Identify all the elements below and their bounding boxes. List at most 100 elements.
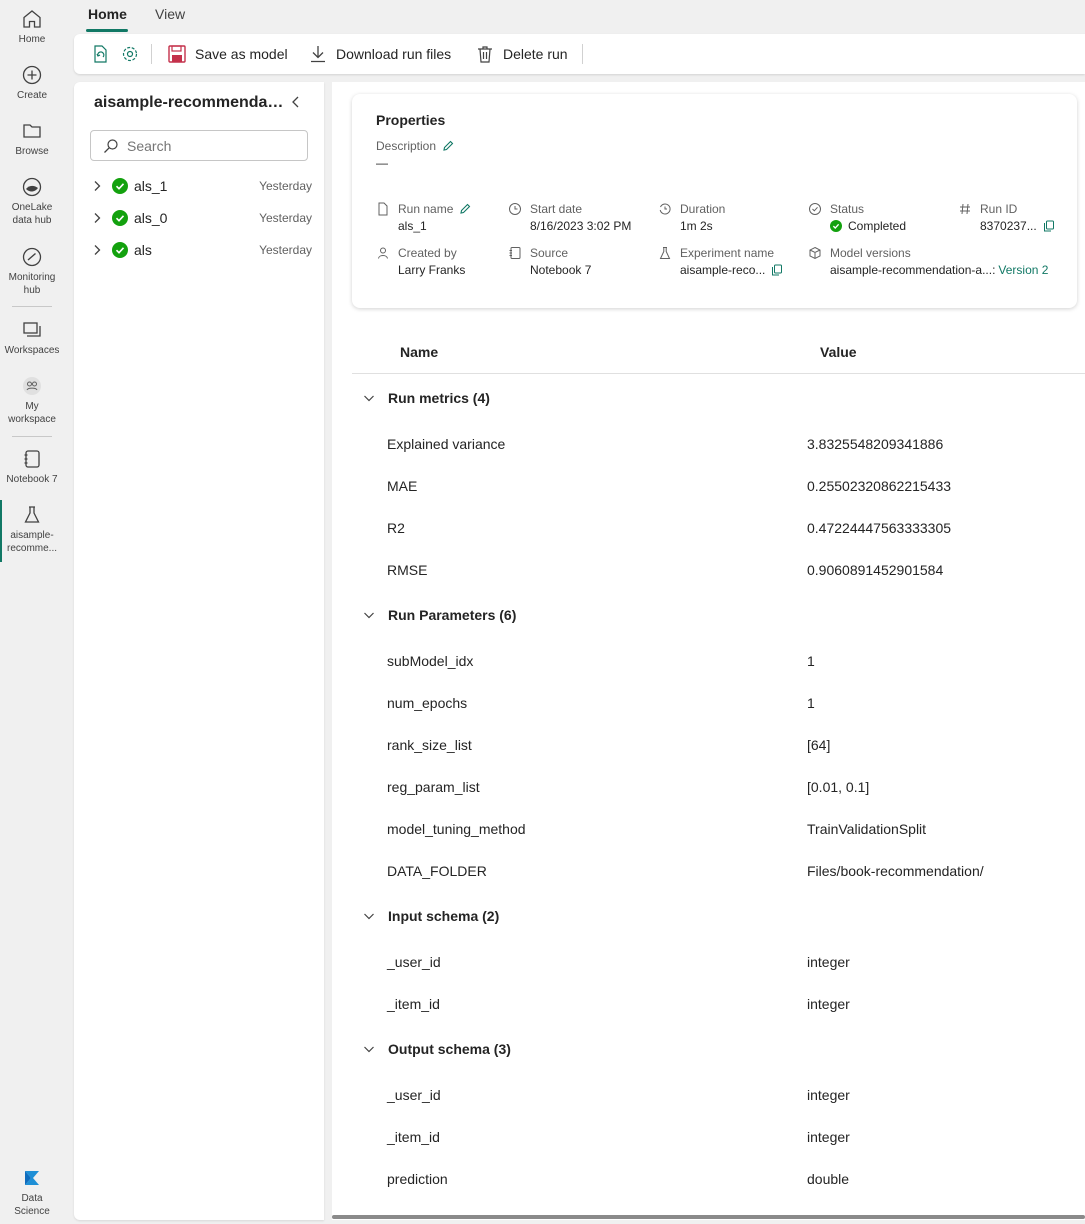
table-row: DATA_FOLDER Files/book-recommendation/ xyxy=(387,863,984,879)
toolbar-divider xyxy=(582,44,583,64)
chevron-right-icon[interactable] xyxy=(90,179,104,193)
search-icon xyxy=(104,138,118,153)
rail-data-science[interactable]: Data Science xyxy=(0,1167,64,1218)
run-details: Properties Description — Run name als_1 … xyxy=(332,82,1085,1220)
search-box[interactable] xyxy=(90,130,308,161)
gear-icon xyxy=(122,46,138,62)
rail-home[interactable]: Home xyxy=(0,8,64,46)
refresh-button[interactable] xyxy=(90,44,110,64)
run-item-als[interactable]: als Yesterday xyxy=(90,238,312,262)
delete-run-button[interactable]: Delete run xyxy=(475,44,568,64)
run-name: als_0 xyxy=(134,210,168,226)
workspaces-icon xyxy=(23,322,41,337)
tab-home[interactable]: Home xyxy=(88,6,127,22)
horizontal-scrollbar[interactable] xyxy=(332,1215,1085,1219)
notebook-icon xyxy=(24,450,40,468)
table-row: num_epochs 1 xyxy=(387,695,815,711)
rail-create[interactable]: Create xyxy=(0,64,64,102)
status-icon xyxy=(809,203,821,215)
folder-icon xyxy=(23,124,41,138)
description-value: — xyxy=(376,156,388,170)
chevron-down-icon xyxy=(364,612,374,619)
source-property: Source Notebook 7 xyxy=(508,246,591,277)
created-by-property: Created by Larry Franks xyxy=(376,246,465,277)
run-name: als_1 xyxy=(134,178,168,194)
table-row: _item_id integer xyxy=(387,1129,850,1145)
table-row: subModel_idx 1 xyxy=(387,653,815,669)
model-version-link[interactable]: Version 2 xyxy=(998,263,1048,277)
chevron-down-icon xyxy=(364,395,374,402)
group-input-schema[interactable]: Input schema (2) xyxy=(362,908,499,924)
rail-experiment[interactable]: aisample- recomme... xyxy=(0,504,64,555)
data-science-icon xyxy=(25,1171,39,1185)
flask-icon xyxy=(24,506,40,523)
left-rail: Home Create Browse OneLake data hub Moni… xyxy=(0,0,64,1224)
refresh-icon xyxy=(94,45,107,63)
search-input[interactable] xyxy=(127,137,287,154)
run-name-property: Run name als_1 xyxy=(376,202,471,233)
status-property: Status Completed xyxy=(808,202,906,233)
edit-icon[interactable] xyxy=(459,203,471,215)
table-row: R2 0.47224447563333305 xyxy=(387,520,952,536)
rail-monitoring[interactable]: Monitoring hub xyxy=(0,246,64,297)
settings-button[interactable] xyxy=(120,44,140,64)
chevron-right-icon[interactable] xyxy=(90,243,104,257)
table-row: model_tuning_method TrainValidationSplit xyxy=(387,821,927,837)
rail-divider xyxy=(12,436,52,437)
experiment-name-property: Experiment name aisample-reco... xyxy=(658,246,783,277)
check-circle-icon xyxy=(112,178,128,194)
chevron-down-icon xyxy=(364,913,374,920)
properties-card: Properties Description — Run name als_1 … xyxy=(352,94,1077,308)
experiment-value: aisample-reco... xyxy=(680,263,766,277)
rail-my-workspace[interactable]: My workspace xyxy=(0,375,64,426)
toolbar-divider xyxy=(151,44,152,64)
run-item-als-0[interactable]: als_0 Yesterday xyxy=(90,206,312,230)
table-row: RMSE 0.9060891452901584 xyxy=(387,562,944,578)
save-as-model-button[interactable]: Save as model xyxy=(167,44,288,64)
rail-browse[interactable]: Browse xyxy=(0,120,64,158)
group-output-schema[interactable]: Output schema (3) xyxy=(362,1041,511,1057)
table-row: MAE 0.25502320862215433 xyxy=(387,478,952,494)
rail-notebook[interactable]: Notebook 7 xyxy=(0,448,64,486)
flask-icon xyxy=(659,247,671,259)
copy-icon[interactable] xyxy=(1043,220,1055,232)
run-id-property: Run ID 8370237... xyxy=(958,202,1055,233)
document-icon xyxy=(378,202,388,216)
clock-icon xyxy=(509,203,521,215)
group-run-metrics[interactable]: Run metrics (4) xyxy=(362,390,490,406)
history-icon xyxy=(659,203,671,215)
table-row: _user_id integer xyxy=(387,1087,850,1103)
home-icon xyxy=(23,10,41,28)
hash-icon xyxy=(960,203,970,215)
onelake-icon xyxy=(22,177,42,197)
rail-onelake[interactable]: OneLake data hub xyxy=(0,176,64,227)
experiment-title: aisample-recommendat... xyxy=(94,94,284,111)
column-value[interactable]: Value xyxy=(820,344,857,360)
table-row: prediction double xyxy=(387,1171,850,1187)
table-row: _user_id integer xyxy=(387,954,850,970)
copy-icon[interactable] xyxy=(771,264,783,276)
rail-workspaces[interactable]: Workspaces xyxy=(0,319,64,357)
tab-view[interactable]: View xyxy=(155,6,185,22)
person-icon xyxy=(378,247,388,259)
description-label: Description xyxy=(376,139,454,153)
table-row: _item_id integer xyxy=(387,996,850,1012)
source-link[interactable]: Notebook 7 xyxy=(530,263,591,277)
app-window: Home Create Browse OneLake data hub Moni… xyxy=(0,0,1085,1224)
status-value: Completed xyxy=(848,219,907,233)
tab-active-underline xyxy=(86,29,128,32)
group-run-parameters[interactable]: Run Parameters (6) xyxy=(362,607,516,623)
chevron-right-icon[interactable] xyxy=(90,211,104,225)
runs-panel: aisample-recommendat... als_1 Yesterday … xyxy=(74,82,324,1220)
download-icon xyxy=(311,46,325,63)
run-time: Yesterday xyxy=(259,243,312,257)
column-name[interactable]: Name xyxy=(400,344,438,360)
collapse-chevron-icon[interactable] xyxy=(290,95,302,109)
check-circle-icon xyxy=(112,242,128,258)
download-run-files-button[interactable]: Download run files xyxy=(308,44,451,64)
run-item-als-1[interactable]: als_1 Yesterday xyxy=(90,174,312,198)
monitor-icon xyxy=(22,247,42,267)
toolbar: Save as model Download run files Delete … xyxy=(74,34,1085,74)
edit-icon[interactable] xyxy=(442,140,454,152)
model-versions-property: Model versions aisample-recommendation-a… xyxy=(808,246,1048,277)
